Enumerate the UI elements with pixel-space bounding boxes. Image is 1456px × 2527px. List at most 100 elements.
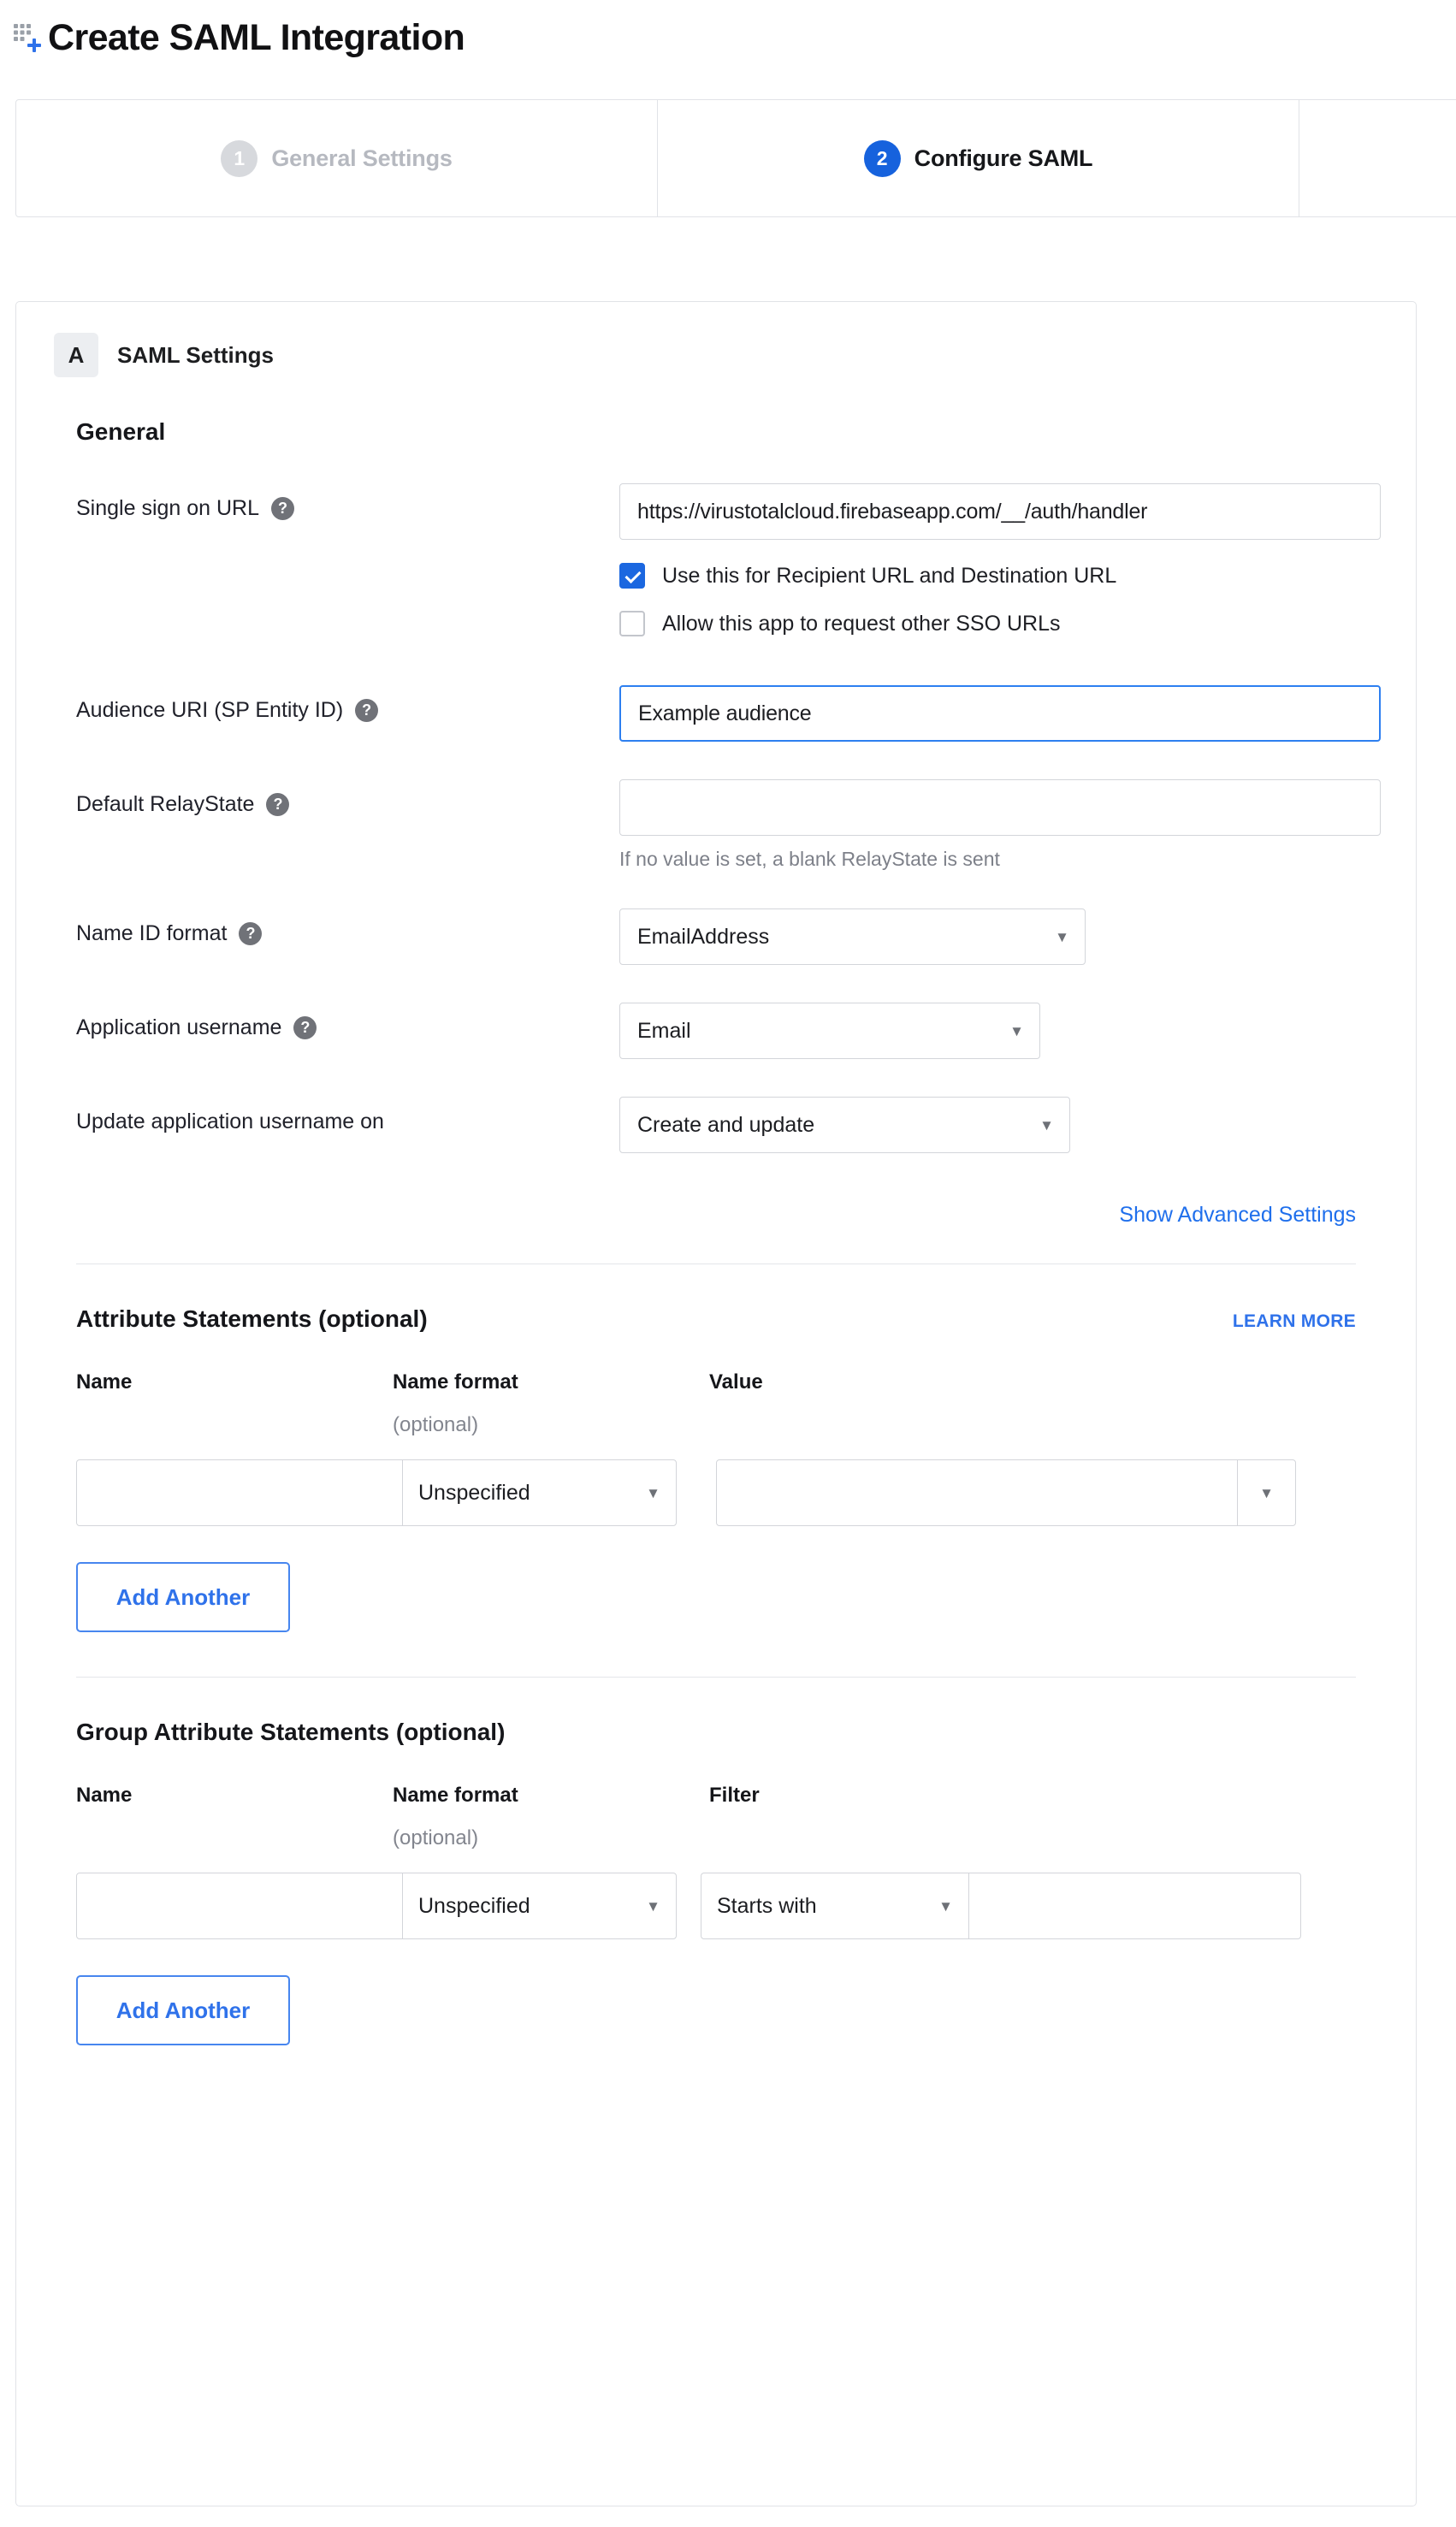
field-default-relaystate: If no value is set, a blank RelayState i…	[619, 779, 1416, 871]
column-header-name-wrap: Name	[76, 1784, 393, 1850]
sso-url-checkboxes: Use this for Recipient URL and Destinati…	[619, 552, 1416, 648]
add-another-group-attribute-button[interactable]: Add Another	[76, 1975, 290, 2045]
tab-placeholder[interactable]	[1299, 100, 1456, 216]
field-name-id-format: EmailAddress ▼	[619, 908, 1416, 965]
application-username-select[interactable]: Email ▼	[619, 1003, 1040, 1059]
select-value: Unspecified	[418, 1893, 530, 1918]
field-row-audience-uri: Audience URI (SP Entity ID) ? Example au…	[76, 685, 1416, 742]
group-filter-operator-select[interactable]: Starts with ▼	[701, 1873, 968, 1938]
chevron-down-icon: ▼	[938, 1897, 953, 1914]
checkbox-recipient-destination[interactable]: Use this for Recipient URL and Destinati…	[619, 552, 1416, 600]
chevron-down-icon: ▼	[646, 1897, 660, 1914]
chevron-down-icon: ▼	[1009, 1022, 1024, 1039]
chevron-down-icon: ▼	[1055, 928, 1069, 945]
field-row-application-username: Application username ? Email ▼	[76, 1003, 1416, 1059]
column-header-filter-wrap: Filter	[709, 1784, 760, 1850]
audience-uri-input[interactable]: Example audience	[619, 685, 1381, 742]
group-attribute-statements-header: Group Attribute Statements (optional)	[16, 1678, 1416, 1746]
label-default-relaystate: Default RelayState ?	[76, 779, 619, 818]
chevron-down-icon: ▼	[646, 1484, 660, 1501]
field-update-application-username-on: Create and update ▼	[619, 1097, 1416, 1153]
tab-general-settings[interactable]: 1 General Settings	[16, 100, 658, 216]
group-filter-value-input[interactable]	[968, 1873, 1300, 1938]
sso-url-input[interactable]: https://virustotalcloud.firebaseapp.com/…	[619, 483, 1381, 540]
help-icon[interactable]: ?	[239, 922, 263, 946]
chevron-down-icon: ▼	[1039, 1116, 1054, 1133]
card-header: A SAML Settings	[16, 302, 1416, 377]
column-header-filter: Filter	[709, 1784, 760, 1807]
help-icon[interactable]: ?	[266, 793, 290, 817]
checkbox-allow-other-sso-urls[interactable]: Allow this app to request other SSO URLs	[619, 600, 1416, 648]
field-row-name-id-format: Name ID format ? EmailAddress ▼	[76, 908, 1416, 965]
group-name-format-group: Unspecified ▼	[76, 1873, 677, 1939]
attribute-value-group: ▼	[716, 1459, 1296, 1526]
select-value: EmailAddress	[637, 924, 770, 949]
group-name-input[interactable]	[77, 1873, 402, 1938]
group-attribute-column-headers: Name Name format (optional) Filter	[16, 1746, 1416, 1850]
label-update-application-username-on: Update application username on	[76, 1097, 619, 1135]
label-text: Application username	[76, 1015, 282, 1039]
attribute-statements-column-headers: Name Name format (optional) Value	[16, 1333, 1416, 1437]
label-text: Name ID format	[76, 921, 228, 945]
column-header-value: Value	[709, 1370, 763, 1394]
saml-settings-card: A SAML Settings General Single sign on U…	[15, 301, 1417, 2506]
column-header-name-format: Name format	[393, 1784, 518, 1807]
card-title: SAML Settings	[117, 341, 274, 368]
advanced-settings-row: Show Advanced Settings	[16, 1153, 1416, 1228]
tab-number-badge: 2	[863, 139, 901, 177]
field-row-update-application-username-on: Update application username on Create an…	[76, 1097, 1416, 1153]
checkbox-label: Allow this app to request other SSO URLs	[662, 611, 1061, 636]
learn-more-link[interactable]: LEARN MORE	[1233, 1311, 1356, 1332]
general-section-heading: General	[76, 418, 166, 445]
chevron-down-icon: ▼	[1259, 1484, 1274, 1501]
select-value: Unspecified	[418, 1480, 530, 1505]
group-attribute-statement-row: Unspecified ▼ Starts with ▼	[16, 1850, 1416, 1939]
tab-label-configure-saml: Configure SAML	[914, 145, 1093, 171]
field-row-default-relaystate: Default RelayState ? If no value is set,…	[76, 779, 1416, 871]
label-name-id-format: Name ID format ?	[76, 908, 619, 947]
attribute-value-input[interactable]	[717, 1460, 1237, 1525]
show-advanced-settings-link[interactable]: Show Advanced Settings	[1119, 1203, 1356, 1228]
tab-configure-saml[interactable]: 2 Configure SAML	[658, 100, 1299, 216]
label-text: Audience URI (SP Entity ID)	[76, 698, 344, 722]
help-icon[interactable]: ?	[293, 1016, 317, 1040]
column-header-name-format: Name format	[393, 1370, 518, 1394]
field-sso-url: https://virustotalcloud.firebaseapp.com/…	[619, 483, 1416, 648]
attribute-statements-heading: Attribute Statements (optional)	[76, 1305, 428, 1332]
label-audience-uri: Audience URI (SP Entity ID) ?	[76, 685, 619, 724]
attribute-statement-row: Unspecified ▼ ▼	[16, 1437, 1416, 1526]
update-application-username-on-select[interactable]: Create and update ▼	[619, 1097, 1070, 1153]
attribute-name-format-select[interactable]: Unspecified ▼	[402, 1460, 676, 1525]
grid-plus-icon	[12, 19, 46, 56]
help-icon[interactable]: ?	[271, 497, 295, 521]
select-value: Email	[637, 1018, 691, 1043]
select-value: Create and update	[637, 1112, 815, 1137]
checkbox-icon[interactable]	[619, 611, 645, 636]
create-saml-integration-page: Create SAML Integration 1 General Settin…	[0, 0, 1456, 2527]
label-text: Single sign on URL	[76, 496, 260, 520]
step-letter-badge: A	[54, 333, 98, 377]
column-header-name-format-optional: (optional)	[393, 1413, 479, 1436]
tab-number-badge: 1	[221, 139, 258, 177]
column-header-name-format-wrap: Name format (optional)	[393, 1370, 709, 1437]
page-title: Create SAML Integration	[48, 16, 465, 58]
label-application-username: Application username ?	[76, 1003, 619, 1041]
column-header-name-wrap: Name	[76, 1370, 393, 1437]
label-text: Update application username on	[76, 1110, 384, 1133]
attribute-statements-header: Attribute Statements (optional) LEARN MO…	[16, 1264, 1416, 1333]
group-attribute-statements-heading: Group Attribute Statements (optional)	[76, 1719, 506, 1745]
column-header-name: Name	[76, 1370, 133, 1394]
attribute-name-input[interactable]	[77, 1460, 402, 1525]
default-relaystate-input[interactable]	[619, 779, 1381, 836]
tab-label-general-settings: General Settings	[271, 145, 453, 171]
column-header-name-format-optional: (optional)	[393, 1826, 479, 1849]
field-row-sso-url: Single sign on URL ? https://virustotalc…	[76, 483, 1416, 648]
name-id-format-select[interactable]: EmailAddress ▼	[619, 908, 1086, 965]
group-name-format-select[interactable]: Unspecified ▼	[402, 1873, 676, 1938]
group-filter-group: Starts with ▼	[701, 1873, 1301, 1939]
checkbox-icon[interactable]	[619, 563, 645, 589]
add-another-attribute-button[interactable]: Add Another	[76, 1562, 290, 1632]
attribute-value-dropdown-button[interactable]: ▼	[1237, 1460, 1295, 1525]
checkbox-label: Use this for Recipient URL and Destinati…	[662, 563, 1117, 588]
help-icon[interactable]: ?	[355, 699, 379, 723]
